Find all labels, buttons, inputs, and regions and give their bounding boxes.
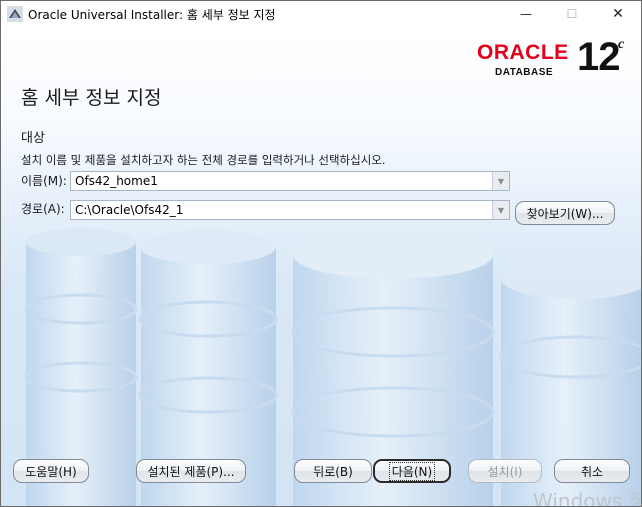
- name-combobox[interactable]: Ofs42_home1 ▼: [70, 171, 510, 191]
- install-button[interactable]: 설치(I): [468, 459, 542, 483]
- section-description: 설치 이름 및 제품을 설치하고자 하는 전체 경로를 입력하거나 선택하십시오…: [21, 153, 386, 167]
- logo-version: 12: [577, 35, 620, 79]
- back-button[interactable]: 뒤로(B): [294, 459, 372, 483]
- installed-products-button[interactable]: 설치된 제품(P)...: [136, 459, 246, 483]
- window-title: Oracle Universal Installer: 홈 세부 정보 지정: [28, 8, 276, 22]
- windows-activation-watermark: Windows 정: [533, 489, 642, 507]
- logo-product: DATABASE: [495, 67, 554, 78]
- back-label: 뒤로(B): [313, 464, 353, 479]
- name-label: 이름(M):: [21, 174, 67, 188]
- oracle-database-logo: ORACLE DATABASE 12 c: [471, 35, 636, 81]
- logo-brand: ORACLE: [477, 41, 569, 64]
- path-combobox[interactable]: C:\Oracle\Ofs42_1 ▼: [70, 200, 510, 220]
- next-label: 다음(N): [388, 461, 436, 481]
- cancel-button[interactable]: 취소: [554, 459, 630, 483]
- name-value[interactable]: Ofs42_home1: [75, 174, 158, 188]
- browse-button[interactable]: 찾아보기(W)...: [515, 201, 615, 225]
- browse-label: 찾아보기(W)...: [526, 206, 604, 221]
- chevron-down-icon[interactable]: ▼: [492, 172, 509, 190]
- close-button[interactable]: ✕: [595, 1, 641, 27]
- help-label: 도움말(H): [25, 464, 77, 479]
- section-label: 대상: [21, 131, 45, 146]
- help-button[interactable]: 도움말(H): [13, 459, 89, 483]
- installer-window: Oracle Universal Installer: 홈 세부 정보 지정 —…: [0, 0, 642, 507]
- path-value[interactable]: C:\Oracle\Ofs42_1: [75, 203, 183, 217]
- installer-content: ORACLE DATABASE 12 c 홈 세부 정보 지정 대상 설치 이름…: [1, 27, 641, 506]
- cancel-label: 취소: [580, 464, 604, 479]
- logo-version-suffix: c: [618, 37, 625, 52]
- title-bar: Oracle Universal Installer: 홈 세부 정보 지정 —…: [1, 1, 641, 27]
- installed-products-label: 설치된 제품(P)...: [147, 464, 235, 479]
- page-title: 홈 세부 정보 지정: [21, 87, 162, 109]
- minimize-button[interactable]: —: [503, 1, 549, 27]
- maximize-button[interactable]: ☐: [549, 1, 595, 27]
- path-label: 경로(A):: [21, 202, 65, 216]
- next-button[interactable]: 다음(N): [373, 459, 451, 483]
- install-label: 설치(I): [487, 464, 523, 479]
- chevron-down-icon[interactable]: ▼: [492, 201, 509, 219]
- oracle-installer-icon: [7, 6, 23, 22]
